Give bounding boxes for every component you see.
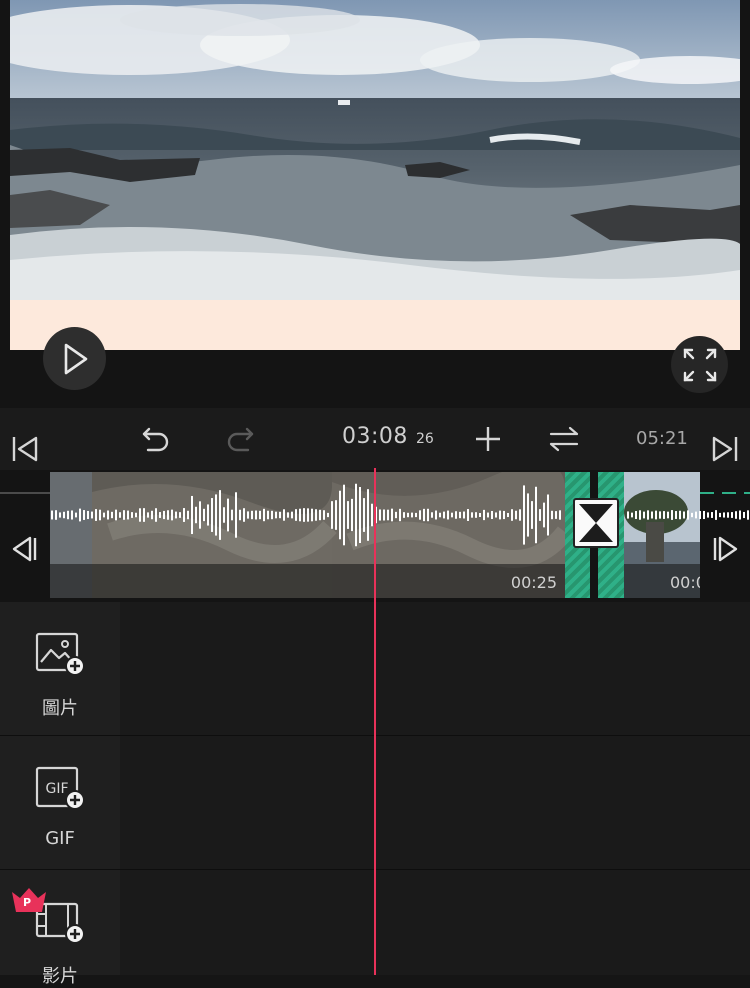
play-icon [64, 343, 87, 374]
next-frame-icon [713, 536, 738, 562]
gif-icon-text: GIF [45, 781, 68, 797]
redo-icon [227, 427, 254, 452]
undo-icon [142, 427, 169, 452]
transition-button[interactable] [573, 498, 619, 548]
undo-button[interactable] [134, 408, 178, 470]
video-preview[interactable] [10, 0, 740, 350]
next-frame-button[interactable] [702, 525, 750, 573]
add-image-button[interactable]: 圖片 [0, 602, 120, 735]
transition-icon [579, 504, 613, 542]
prev-frame-icon [12, 536, 37, 562]
fullscreen-button[interactable] [671, 336, 728, 393]
add-gif-button[interactable]: GIF GIF [0, 736, 120, 869]
audio-waveform [51, 483, 749, 547]
layer-label: 圖片 [42, 698, 78, 719]
clip-duration: 00:25 [510, 573, 557, 592]
swap-icon [549, 426, 579, 452]
pro-badge: P [10, 886, 48, 916]
skip-to-end-icon [712, 436, 738, 462]
pro-badge-letter: P [23, 896, 32, 909]
gif-add-icon: GIF [35, 766, 85, 810]
current-frame-number: 26 [416, 431, 434, 447]
play-button[interactable] [43, 327, 106, 390]
redo-button[interactable] [218, 408, 262, 470]
video-frame-image [10, 0, 740, 300]
layer-label: 影片 [42, 966, 78, 987]
skip-to-start-icon [12, 436, 38, 462]
image-add-icon [35, 632, 85, 676]
playhead[interactable] [374, 468, 376, 975]
swap-button[interactable] [542, 408, 586, 470]
prev-frame-button[interactable] [0, 525, 48, 573]
add-icon [476, 427, 500, 451]
total-duration: 05:21 [636, 428, 688, 449]
clip-duration: 00:0 [670, 573, 700, 592]
track-start-line [0, 492, 50, 494]
preview-area [0, 0, 750, 408]
clip-info-bar [50, 564, 565, 598]
layer-label: GIF [45, 828, 75, 849]
add-clip-button[interactable] [466, 408, 510, 470]
current-timecode: 03:08 [342, 424, 408, 449]
fullscreen-icon [683, 348, 716, 381]
